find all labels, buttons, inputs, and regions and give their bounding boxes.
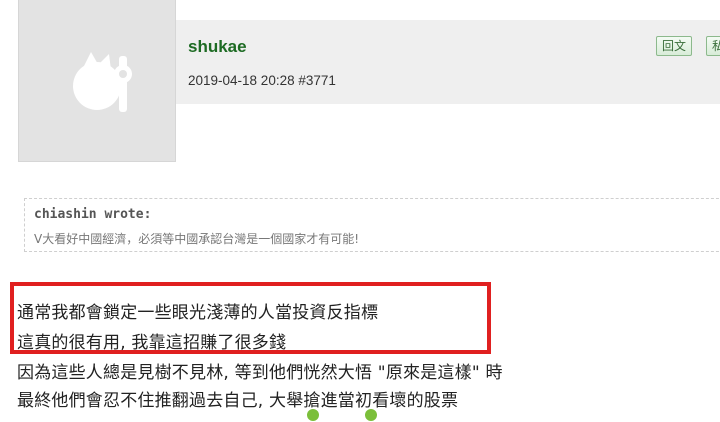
red-highlight-box bbox=[10, 282, 491, 354]
post-timestamp: 2019-04-18 20:28 #3771 bbox=[188, 73, 336, 88]
user-avatar[interactable] bbox=[18, 0, 176, 162]
username-link[interactable]: shukae bbox=[188, 37, 247, 57]
default-avatar-icon bbox=[73, 52, 132, 112]
quote-block: chiashin wrote: V大看好中國經濟，必須等中國承認台灣是一個國家才… bbox=[24, 198, 720, 252]
post-content-line: 因為這些人總是見樹不見林, 等到他們恍然大悟 "原來是這樣" 時 bbox=[17, 363, 503, 383]
post-content-line: 最終他們會忍不住推翻過去自己, 大舉搶進當初看壞的股票 bbox=[17, 391, 459, 411]
quote-text: V大看好中國經濟，必須等中國承認台灣是一個國家才有可能! bbox=[34, 232, 360, 246]
reply-button[interactable]: 回文 bbox=[656, 36, 693, 56]
private-message-button[interactable]: 私 bbox=[706, 36, 720, 56]
quote-author: chiashin wrote: bbox=[34, 207, 152, 222]
post-header: shukae 2019-04-18 20:28 #3771 回文 私 bbox=[176, 20, 720, 104]
